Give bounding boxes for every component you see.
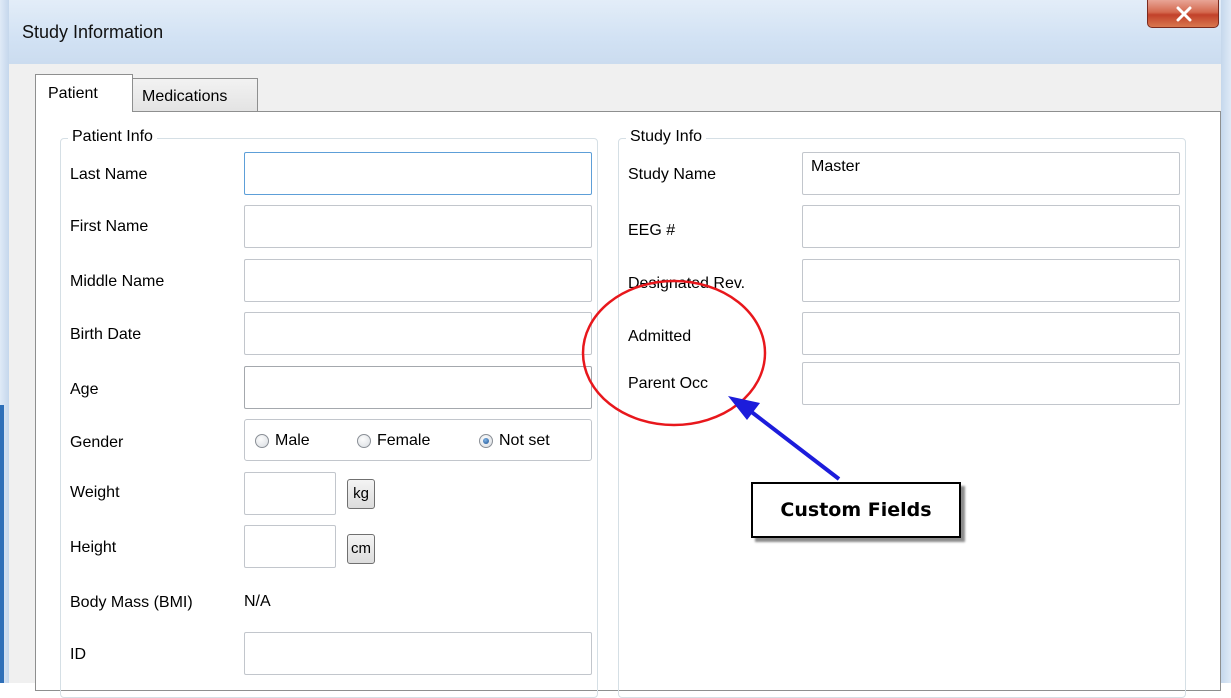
study-information-window: Study Information Medications Patient In… xyxy=(0,0,1231,698)
custom-fields-callout: Custom Fields xyxy=(751,482,961,538)
custom-fields-annotation xyxy=(581,279,841,481)
tab-patient[interactable]: Patient xyxy=(35,74,133,112)
callout-arrow-line xyxy=(747,408,841,481)
custom-fields-text: Custom Fields xyxy=(780,499,932,521)
